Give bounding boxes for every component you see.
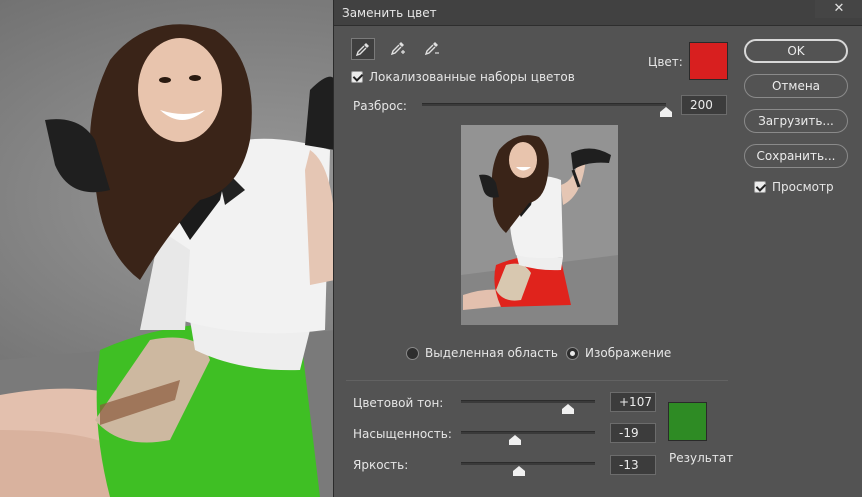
dialog-title: Заменить цвет [342, 6, 437, 20]
hue-label: Цветовой тон: [353, 396, 444, 410]
eyedropper-add-tool-button[interactable] [386, 38, 410, 60]
lightness-slider-track[interactable] [461, 462, 595, 465]
ok-button[interactable]: OK [744, 39, 848, 63]
result-swatch[interactable] [668, 402, 707, 441]
fuzziness-slider-track[interactable] [422, 103, 666, 106]
replace-color-dialog: Заменить цвет ✕ Локализованные наборы цв… [333, 0, 862, 497]
eyedropper-subtract-tool-button[interactable] [420, 38, 444, 60]
lightness-input[interactable]: -13 [610, 455, 656, 475]
image-radio[interactable] [566, 347, 579, 360]
fuzziness-input[interactable]: 200 [681, 95, 727, 115]
result-label: Результат [669, 451, 734, 465]
selection-radio[interactable] [406, 347, 419, 360]
load-button[interactable]: Загрузить... [744, 109, 848, 133]
hue-input[interactable]: +107 [610, 392, 656, 412]
save-button[interactable]: Сохранить... [744, 144, 848, 168]
saturation-input[interactable]: -19 [610, 423, 656, 443]
lightness-label: Яркость: [353, 458, 409, 472]
cancel-button[interactable]: Отмена [744, 74, 848, 98]
eyedropper-plus-icon [390, 42, 405, 56]
preview-label: Просмотр [772, 180, 834, 194]
color-label: Цвет: [648, 55, 683, 69]
eyedropper-tool-button[interactable] [351, 38, 375, 60]
eyedropper-icon [355, 43, 369, 57]
localized-clusters-checkbox[interactable] [351, 71, 363, 83]
close-icon: ✕ [833, 1, 845, 16]
preview-checkbox[interactable] [754, 181, 766, 193]
close-button[interactable]: ✕ [815, 0, 862, 18]
section-divider [346, 380, 728, 381]
saturation-slider-track[interactable] [461, 431, 595, 434]
saturation-label: Насыщенность: [353, 427, 452, 441]
fuzziness-label: Разброс: [353, 99, 407, 113]
localized-clusters-label: Локализованные наборы цветов [369, 70, 575, 84]
eyedropper-minus-icon [424, 42, 439, 56]
color-swatch[interactable] [689, 42, 728, 80]
selection-preview [461, 125, 618, 325]
image-radio-label: Изображение [585, 346, 672, 360]
dialog-titlebar[interactable]: Заменить цвет ✕ [334, 0, 862, 26]
hue-slider-track[interactable] [461, 400, 595, 403]
selection-radio-label: Выделенная область [425, 346, 558, 360]
